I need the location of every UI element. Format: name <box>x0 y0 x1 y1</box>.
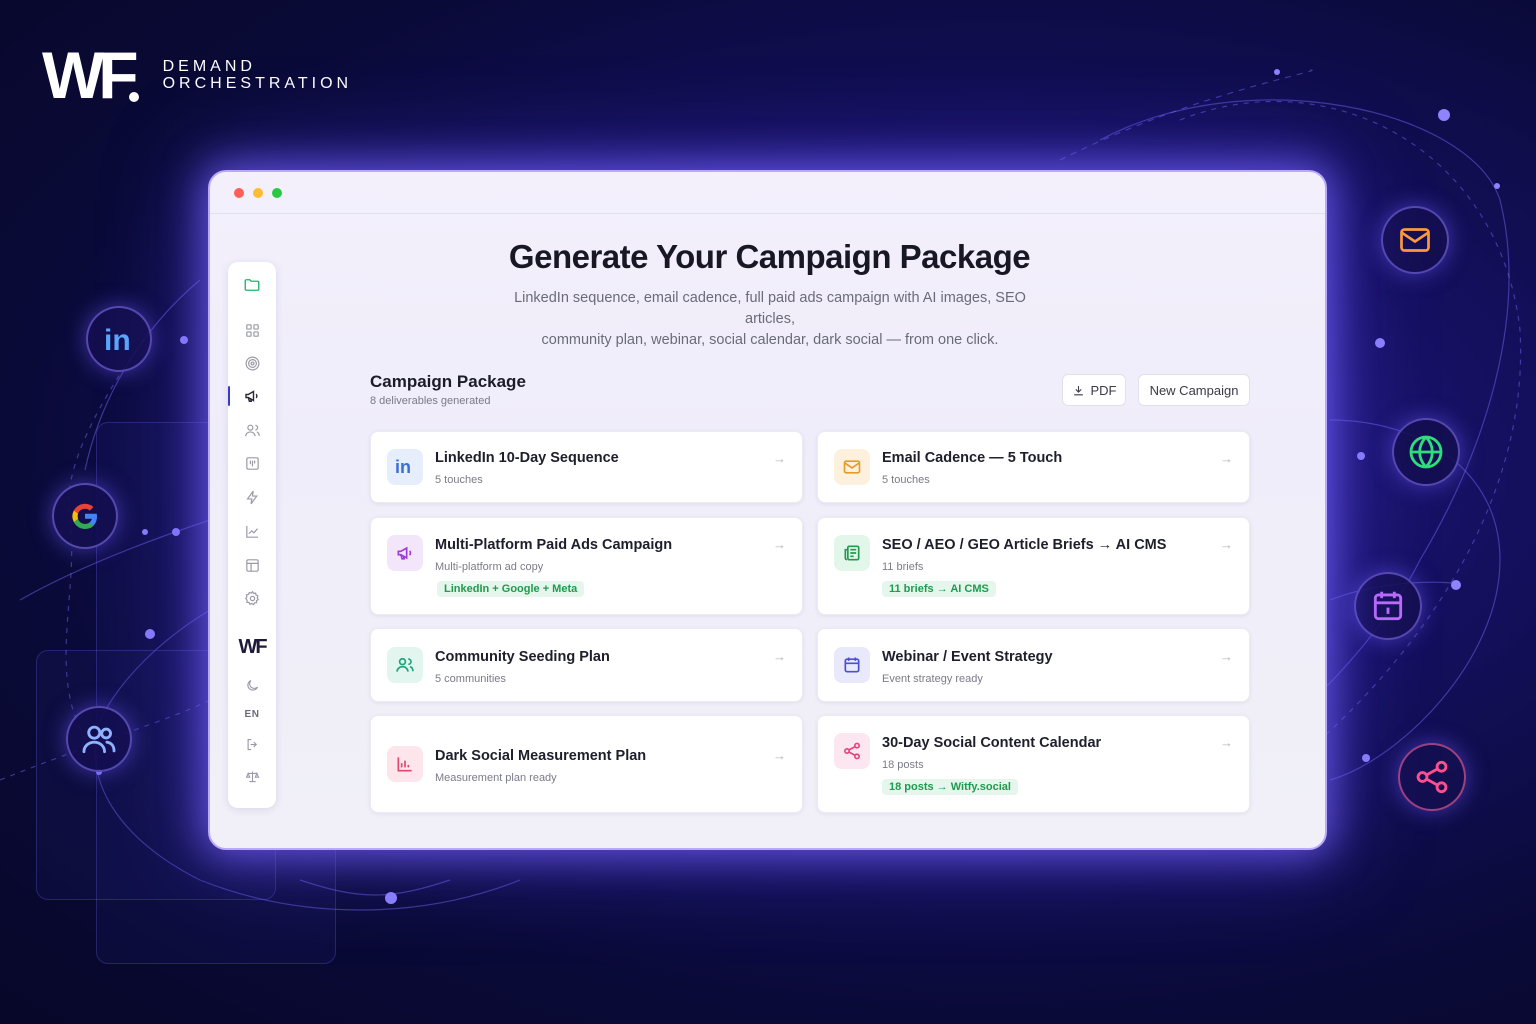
card-meta: 18 posts <box>882 759 924 771</box>
deliverable-card-social-calendar[interactable]: 30-Day Social Content Calendar 18 posts … <box>817 715 1250 813</box>
language-selector[interactable]: EN <box>228 701 276 727</box>
sidebar-item-audience[interactable] <box>228 417 276 443</box>
svg-text:in: in <box>104 324 131 356</box>
mail-icon <box>834 449 870 485</box>
deliverable-card-seo[interactable]: SEO / AEO / GEO Article Briefs → AI CMS … <box>817 517 1250 615</box>
settings-icon <box>244 590 259 605</box>
calendar-icon <box>1354 572 1422 640</box>
grid-icon <box>245 323 259 337</box>
sidebar-logo[interactable]: WF <box>228 634 276 660</box>
theme-toggle[interactable] <box>228 672 276 698</box>
deliverable-card-webinar[interactable]: Webinar / Event Strategy Event strategy … <box>817 628 1250 702</box>
card-title: SEO / AEO / GEO Article Briefs → AI CMS <box>882 537 1167 553</box>
card-tag: LinkedIn + Google + Meta <box>437 581 585 597</box>
card-meta: 5 communities <box>435 673 506 685</box>
linkedin-icon: in <box>86 306 152 372</box>
new-campaign-button[interactable]: New Campaign <box>1138 374 1250 406</box>
card-title: Email Cadence — 5 Touch <box>882 450 1063 466</box>
brand-header: WF DEMAND ORCHESTRATION <box>42 42 352 108</box>
arrow-right-icon: → <box>773 451 786 466</box>
sidebar-item-settings[interactable] <box>228 585 276 611</box>
mail-icon <box>1381 206 1449 274</box>
newspaper-icon <box>834 535 870 571</box>
folder-icon <box>244 279 260 291</box>
brand-logo: WF <box>42 42 139 108</box>
page-subtitle: LinkedIn sequence, email cadence, full p… <box>514 290 1026 348</box>
arrow-right-icon: → <box>773 649 786 664</box>
arrow-right-icon: → <box>773 748 786 763</box>
bolt-icon <box>245 490 258 504</box>
sidebar-item-analytics[interactable] <box>228 518 276 544</box>
megaphone-icon <box>245 390 258 402</box>
chart-icon <box>245 525 258 538</box>
board-icon <box>245 456 259 470</box>
target-icon <box>245 356 259 370</box>
card-title: LinkedIn 10-Day Sequence <box>435 450 619 466</box>
logout-icon <box>247 738 257 750</box>
megaphone-icon <box>387 535 423 571</box>
scale-icon <box>245 771 259 782</box>
card-meta: 5 touches <box>435 474 483 486</box>
window-titlebar <box>210 172 1325 214</box>
package-subtitle: 8 deliverables generated <box>370 395 491 407</box>
card-title: Multi-Platform Paid Ads Campaign <box>435 537 673 553</box>
card-meta: 5 touches <box>882 474 930 486</box>
sidebar: WF EN <box>228 262 276 808</box>
globe-icon <box>1392 418 1460 486</box>
card-tag: 11 briefs → AI CMS <box>882 581 996 597</box>
svg-text:in: in <box>395 457 411 477</box>
legal-button[interactable] <box>228 763 276 789</box>
deliverable-card-community[interactable]: Community Seeding Plan 5 communities → <box>370 628 803 702</box>
card-title: Dark Social Measurement Plan <box>435 748 647 764</box>
arrow-right-icon: → <box>1220 735 1233 750</box>
layout-icon <box>245 558 259 572</box>
calendar-icon <box>834 647 870 683</box>
moon-icon <box>246 679 258 691</box>
arrow-right-icon: → <box>1220 649 1233 664</box>
sidebar-item-campaigns[interactable] <box>228 383 276 409</box>
users-icon <box>244 424 260 436</box>
deliverable-card-email[interactable]: Email Cadence — 5 Touch 5 touches → <box>817 431 1250 503</box>
page-title: Generate Your Campaign Package <box>508 238 1031 275</box>
deliverable-card-dark-social[interactable]: Dark Social Measurement Plan Measurement… <box>370 715 803 813</box>
sidebar-item-automation[interactable] <box>228 484 276 510</box>
logout-button[interactable] <box>228 731 276 757</box>
sidebar-item-templates[interactable] <box>228 552 276 578</box>
users-icon <box>66 706 132 772</box>
share-icon <box>1398 743 1466 811</box>
app-window: WF EN Generate Your Campaign Package Lin… <box>208 170 1327 850</box>
card-meta: Measurement plan ready <box>435 772 557 784</box>
close-window-button[interactable] <box>234 187 244 198</box>
download-icon <box>1073 385 1083 395</box>
bar-chart-icon <box>387 746 423 782</box>
arrow-right-icon: → <box>1220 451 1233 466</box>
card-title: Community Seeding Plan <box>435 649 610 665</box>
deliverable-card-linkedin[interactable]: in LinkedIn 10-Day Sequence 5 touches → <box>370 431 803 503</box>
maximize-window-button[interactable] <box>272 187 282 198</box>
arrow-right-icon: → <box>1220 537 1233 552</box>
card-tag: 18 posts → Witfy.social <box>882 779 1018 795</box>
card-meta: 11 briefs <box>882 561 924 573</box>
brand-tagline: DEMAND ORCHESTRATION <box>162 58 353 92</box>
card-title: 30-Day Social Content Calendar <box>882 735 1102 751</box>
share-icon <box>834 733 870 769</box>
linkedin-icon: in <box>387 449 423 485</box>
package-title: Campaign Package <box>370 372 526 391</box>
pdf-button[interactable]: PDF <box>1062 374 1126 406</box>
google-icon <box>52 483 118 549</box>
users-icon <box>387 647 423 683</box>
sidebar-item-board[interactable] <box>228 450 276 476</box>
card-meta: Event strategy ready <box>882 673 983 685</box>
arrow-right-icon: → <box>773 537 786 552</box>
card-title: Webinar / Event Strategy <box>882 649 1053 665</box>
sidebar-item-dashboard[interactable] <box>228 317 276 343</box>
card-meta: Multi-platform ad copy <box>435 561 544 573</box>
sidebar-item-targets[interactable] <box>228 350 276 376</box>
minimize-window-button[interactable] <box>253 187 263 198</box>
deliverable-card-paid-ads[interactable]: Multi-Platform Paid Ads Campaign Multi-p… <box>370 517 803 615</box>
